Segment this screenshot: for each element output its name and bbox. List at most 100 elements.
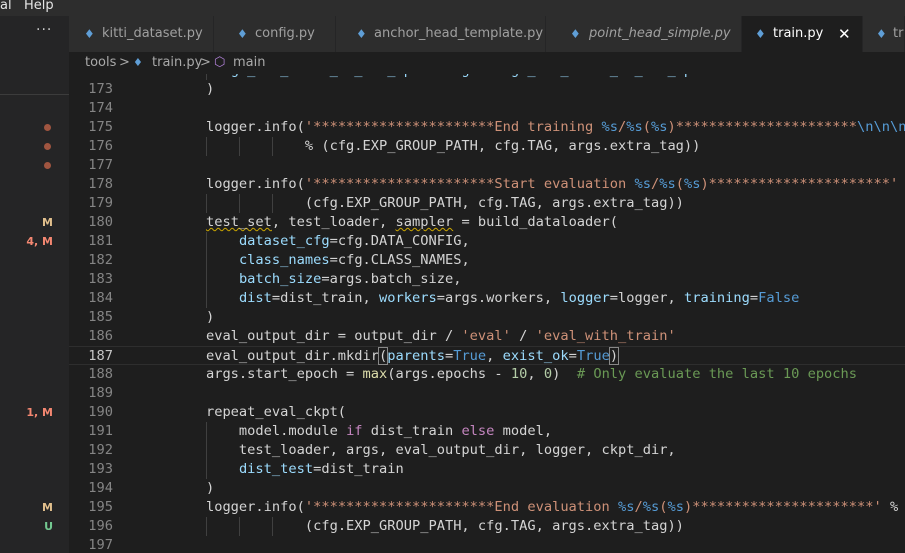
tab-label: kitti_dataset.py: [102, 26, 203, 41]
line-number: 185: [88, 309, 113, 325]
code-line[interactable]: 197: [69, 536, 905, 553]
line-number: 177: [88, 157, 113, 173]
tab-overflow[interactable]: ♦ tr: [863, 16, 905, 52]
breadcrumb-symbol[interactable]: main: [233, 52, 265, 74]
code-line[interactable]: 182 class_names=cfg.CLASS_NAMES,: [69, 251, 905, 270]
breakpoint-dot-icon[interactable]: [44, 124, 51, 131]
line-number: 189: [88, 385, 113, 401]
python-file-icon: ♦: [570, 27, 581, 41]
breadcrumb: tools > ♦ train.py > ⬡ main: [69, 52, 905, 74]
code-text: ): [173, 480, 215, 496]
code-line[interactable]: 174: [69, 99, 905, 118]
line-number: 188: [88, 366, 113, 382]
code-line[interactable]: 188 args.start_epoch = max(args.epochs -…: [69, 365, 905, 384]
line-number: 181: [88, 233, 113, 249]
code-line[interactable]: 176 % (cfg.EXP_GROUP_PATH, cfg.TAG, args…: [69, 137, 905, 156]
code-text: eval_output_dir.mkdir(parents=True, exis…: [173, 347, 620, 365]
tab-label: train.py: [773, 26, 824, 41]
code-line[interactable]: 175 logger.info('**********************E…: [69, 118, 905, 137]
code-line[interactable]: 178 logger.info('**********************S…: [69, 175, 905, 194]
code-line[interactable]: 185 ): [69, 308, 905, 327]
code-line[interactable]: 183 batch_size=args.batch_size,: [69, 270, 905, 289]
code-line[interactable]: 187 eval_output_dir.mkdir(parents=True, …: [69, 346, 905, 365]
panel-divider: [0, 94, 69, 95]
code-line[interactable]: 190 repeat_eval_ckpt(: [69, 403, 905, 422]
code-text: ): [173, 81, 215, 97]
line-number: 182: [88, 252, 113, 268]
code-text: batch_size=args.batch_size,: [238, 271, 462, 287]
breakpoint-dot-icon[interactable]: [44, 162, 51, 169]
code-line[interactable]: 173 ): [69, 80, 905, 99]
git-status-badge: 4, M: [26, 235, 53, 248]
code-editor[interactable]: merge_all_iters_to_one_epoch=args.merge_…: [69, 74, 905, 553]
tab-bar: ♦ kitti_dataset.py ♦ config.py ♦ anchor_…: [69, 16, 905, 52]
code-line[interactable]: 181 dataset_cfg=cfg.DATA_CONFIG,: [69, 232, 905, 251]
line-number: 176: [88, 138, 113, 154]
line-number: 187: [88, 348, 113, 364]
tab-label: tr: [893, 26, 904, 41]
line-number: 192: [88, 442, 113, 458]
line-number: 179: [88, 195, 113, 211]
line-number: 191: [88, 423, 113, 439]
symbol-method-icon: ⬡: [214, 55, 226, 70]
python-file-icon: ♦: [84, 27, 95, 41]
line-number: 180: [88, 214, 113, 230]
code-line[interactable]: 186 eval_output_dir = output_dir / 'eval…: [69, 327, 905, 346]
code-line[interactable]: 179 (cfg.EXP_GROUP_PATH, cfg.TAG, args.e…: [69, 194, 905, 213]
code-line[interactable]: 184 dist=dist_train, workers=args.worker…: [69, 289, 905, 308]
python-file-icon: ♦: [356, 27, 367, 41]
line-number: 174: [88, 100, 113, 116]
code-line[interactable]: 193 dist_test=dist_train: [69, 460, 905, 479]
line-number: 184: [88, 290, 113, 306]
code-text: class_names=cfg.CLASS_NAMES,: [238, 252, 470, 268]
code-line[interactable]: 196 (cfg.EXP_GROUP_PATH, cfg.TAG, args.e…: [69, 517, 905, 536]
menu-item-help[interactable]: Help: [24, 0, 54, 12]
tab-kitti-dataset[interactable]: ♦ kitti_dataset.py: [69, 16, 214, 52]
git-status-badge: M: [42, 501, 53, 514]
breadcrumb-file[interactable]: train.py: [152, 52, 202, 74]
code-text: repeat_eval_ckpt(: [173, 404, 347, 420]
line-number: 197: [88, 537, 113, 553]
tab-point-head-simple[interactable]: ♦ point_head_simple.py: [546, 16, 742, 52]
line-number: 196: [88, 518, 113, 534]
code-line[interactable]: 195 logger.info('**********************E…: [69, 498, 905, 517]
more-actions-icon[interactable]: ···: [36, 22, 52, 38]
breakpoint-dot-icon[interactable]: [44, 143, 51, 150]
line-number: 194: [88, 480, 113, 496]
python-file-icon: ♦: [755, 27, 766, 41]
code-text: dist_test=dist_train: [238, 461, 404, 477]
line-number: 173: [88, 81, 113, 97]
code-text: logger.info('**********************Start…: [173, 176, 899, 192]
code-text: test_set, test_loader, sampler = build_d…: [205, 214, 619, 230]
code-text: (cfg.EXP_GROUP_PATH, cfg.TAG, args.extra…: [304, 518, 684, 534]
git-status-badge: M: [42, 216, 53, 229]
code-text: logger.info('**********************End e…: [173, 499, 899, 515]
code-text: % (cfg.EXP_GROUP_PATH, cfg.TAG, args.ext…: [304, 138, 701, 154]
code-line[interactable]: 177: [69, 156, 905, 175]
line-number: 190: [88, 404, 113, 420]
code-line[interactable]: 180 test_set, test_loader, sampler = bui…: [69, 213, 905, 232]
line-number: 183: [88, 271, 113, 287]
python-file-icon: ♦: [133, 56, 143, 69]
code-text: args.start_epoch = max(args.epochs - 10,…: [173, 366, 858, 382]
tab-anchor-head-template[interactable]: ♦ anchor_head_template.py: [336, 16, 546, 52]
line-number: 175: [88, 119, 113, 135]
tab-config[interactable]: ♦ config.py: [214, 16, 336, 52]
code-text: eval_output_dir = output_dir / 'eval' / …: [173, 328, 676, 344]
python-file-icon: ♦: [237, 27, 248, 41]
line-number: 193: [88, 461, 113, 477]
code-line[interactable]: 194 ): [69, 479, 905, 498]
side-panel: ··· M 4, M 1, MMU: [0, 16, 69, 553]
code-line[interactable]: 192 test_loader, args, eval_output_dir, …: [69, 441, 905, 460]
code-text: dist=dist_train, workers=args.workers, l…: [238, 290, 800, 306]
tab-label: anchor_head_template.py: [374, 26, 544, 41]
breadcrumb-folder[interactable]: tools: [85, 52, 116, 74]
tab-train[interactable]: ♦ train.py ✕: [742, 16, 863, 52]
code-line[interactable]: 191 model.module if dist_train else mode…: [69, 422, 905, 441]
code-text: dataset_cfg=cfg.DATA_CONFIG,: [238, 233, 470, 249]
python-file-icon: ♦: [876, 27, 887, 41]
menu-item-terminal[interactable]: al: [0, 0, 12, 12]
close-icon[interactable]: ✕: [838, 16, 851, 52]
code-line[interactable]: 189: [69, 384, 905, 403]
tab-label: point_head_simple.py: [589, 26, 731, 41]
